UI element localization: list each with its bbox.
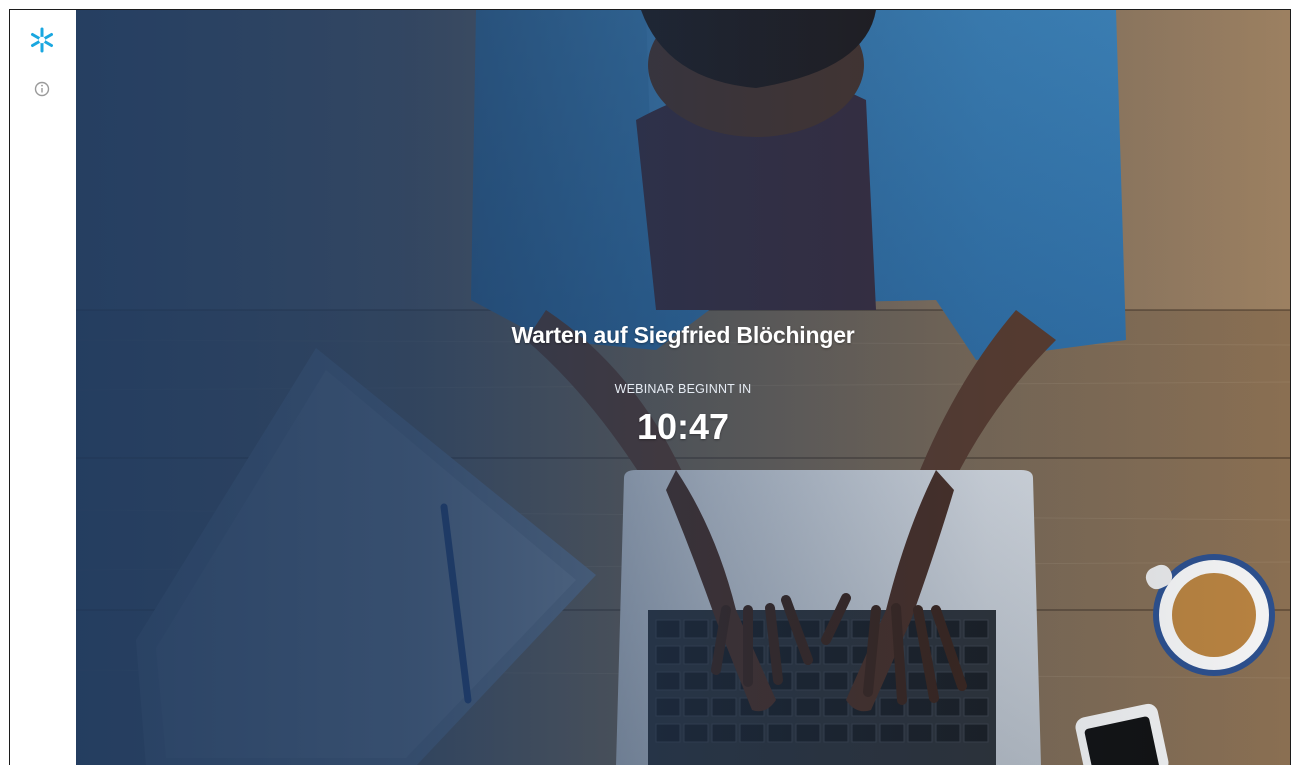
waiting-for-host-title: Warten auf Siegfried Blöchinger — [511, 322, 855, 348]
webinar-waiting-stage: Warten auf Siegfried Blöchinger WEBINAR … — [76, 10, 1290, 765]
info-icon[interactable] — [28, 75, 56, 103]
countdown-label: WEBINAR BEGINNT IN — [614, 382, 752, 396]
waiting-panel: Warten auf Siegfried Blöchinger WEBINAR … — [76, 10, 1290, 765]
webinar-window: Warten auf Siegfried Blöchinger WEBINAR … — [9, 9, 1291, 765]
countdown-timer: 10:47 — [636, 406, 730, 447]
snowflake-icon[interactable] — [28, 26, 56, 54]
sidebar — [10, 10, 76, 765]
